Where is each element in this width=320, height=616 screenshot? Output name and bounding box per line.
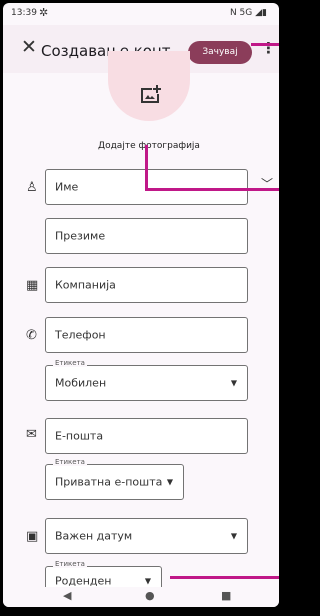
email-label-select[interactable]: Етикета Приватна е-пошта ▼ [45,458,184,500]
back-icon[interactable]: ◀ [63,589,71,602]
phone-placeholder: Телефон [55,328,106,342]
status-bar: 13:39 ✲ N 5G ◢▮ [3,3,279,25]
dropdown-arrow-icon: ▼ [144,576,151,586]
annotation-line [170,576,279,579]
gear-icon: ✲ [39,6,49,19]
network-status: N 5G ◢▮ [229,8,267,18]
dropdown-arrow-icon: ▼ [230,531,237,541]
status-time: 13:39 [11,8,37,18]
recents-icon[interactable]: ■ [221,589,231,602]
annotation-line [251,43,279,46]
save-button[interactable]: Зачувај [188,41,252,64]
email-label-value: Приватна е-пошта [55,475,163,489]
annotation-line [145,188,279,191]
phone-icon: ✆ [26,328,37,343]
company-placeholder: Компанија [55,278,116,292]
navigation-bar: ◀ ● ■ [3,587,279,607]
email-field[interactable]: Е-пошта [45,418,248,454]
date-label-value: Роденден [55,574,112,588]
person-icon: ♙ [26,180,38,195]
phone-field[interactable]: Телефон [45,317,248,353]
date-placeholder: Важен датум [55,529,133,543]
business-icon: ▦ [26,278,39,293]
calendar-icon: ▣ [26,529,39,544]
date-label-caption: Етикета [53,560,87,568]
dropdown-arrow-icon: ▼ [230,378,237,388]
email-label-caption: Етикета [53,458,87,466]
phone-label-caption: Етикета [53,359,87,367]
close-icon[interactable]: ✕ [21,36,37,58]
add-photo-icon [141,85,161,103]
last-name-field[interactable]: Презиме [45,218,248,254]
last-name-placeholder: Презиме [55,229,106,243]
add-photo-label[interactable]: Додајте фотографија [83,141,215,151]
phone-label-value: Мобилен [55,376,107,390]
home-icon[interactable]: ● [145,589,155,602]
phone-label-select[interactable]: Етикета Мобилен ▼ [45,359,248,401]
screen: 13:39 ✲ N 5G ◢▮ ✕ Создавање конт... Зачу… [3,3,279,607]
first-name-placeholder: Име [55,180,79,194]
email-icon: ✉ [26,427,37,442]
annotation-line [145,145,148,191]
more-vert-icon[interactable]: ⋮ [261,39,276,57]
date-field[interactable]: Важен датум ▼ [45,518,248,554]
email-placeholder: Е-пошта [55,429,104,443]
company-field[interactable]: Компанија [45,267,248,303]
network-label: N 5G [229,8,253,18]
dropdown-arrow-icon: ▼ [166,477,173,487]
